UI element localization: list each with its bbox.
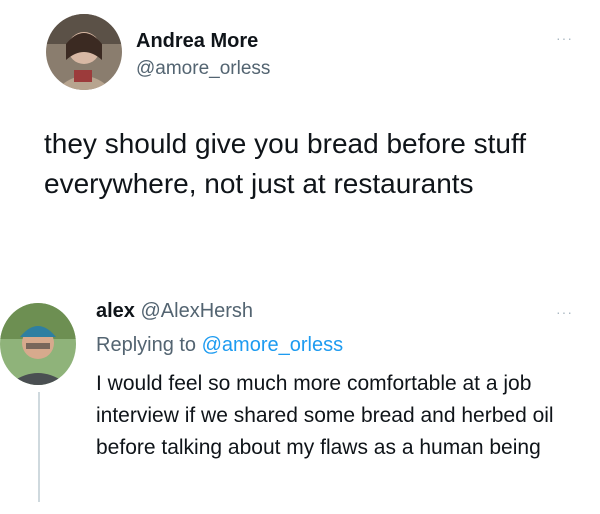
replying-to: Replying to @amore_orless xyxy=(96,334,343,357)
replying-to-label: Replying to xyxy=(96,334,197,356)
reply-header: alex @AlexHersh xyxy=(96,300,253,323)
display-name[interactable]: Andrea More xyxy=(136,30,258,53)
thread-line xyxy=(38,392,40,502)
main-tweet: Andrea More @amore_orless ··· they shoul… xyxy=(0,0,600,288)
handle[interactable]: @amore_orless xyxy=(136,58,270,80)
mention-link[interactable]: @amore_orless xyxy=(202,334,343,356)
handle[interactable]: @AlexHersh xyxy=(141,300,254,322)
avatar-photo xyxy=(0,303,76,385)
more-icon[interactable]: ··· xyxy=(556,30,573,46)
avatar[interactable] xyxy=(46,14,122,90)
reply-text: I would feel so much more comfortable at… xyxy=(96,372,554,459)
display-name[interactable]: alex xyxy=(96,300,135,322)
avatar-photo xyxy=(46,14,122,90)
more-icon[interactable]: ··· xyxy=(556,304,573,320)
tweet-text: they should give you bread before stuff … xyxy=(44,128,527,199)
avatar[interactable] xyxy=(0,303,76,385)
